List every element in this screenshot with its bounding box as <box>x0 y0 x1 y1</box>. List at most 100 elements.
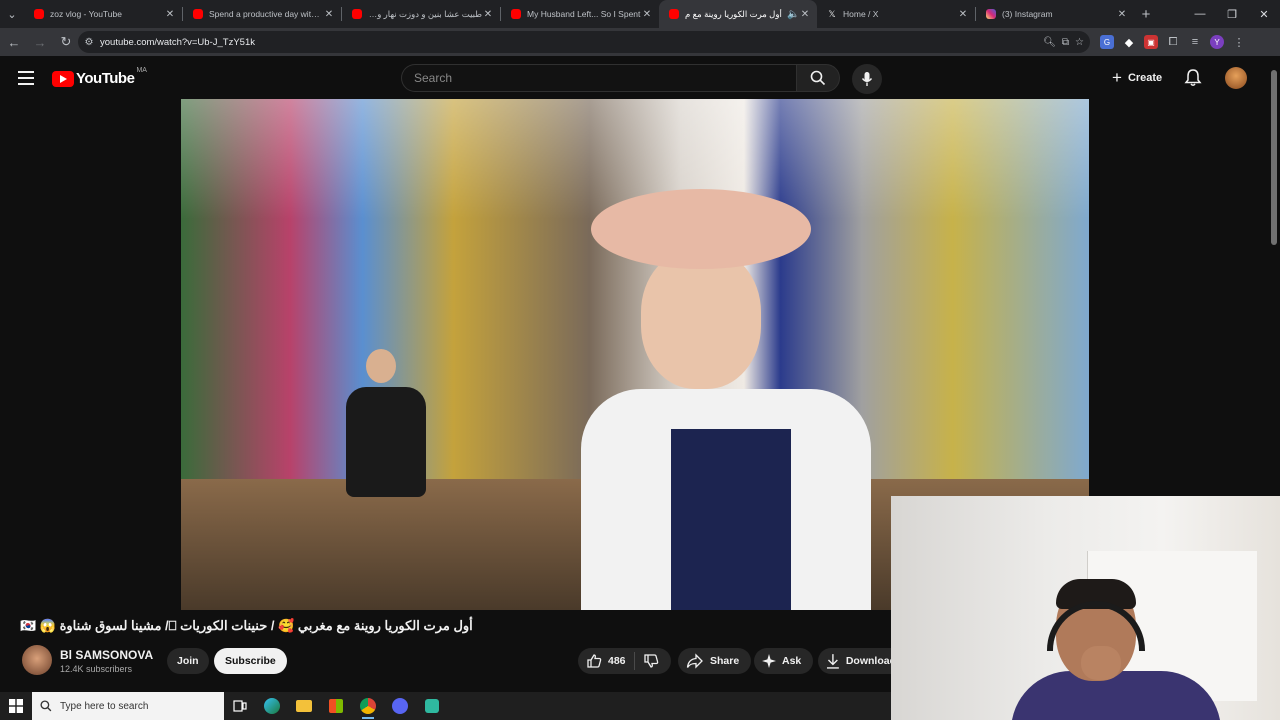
tab-title: zoz vlog - YouTube <box>50 9 122 19</box>
menu-hamburger-icon[interactable] <box>18 71 34 85</box>
tab-6[interactable]: (3) Instagram ✕ <box>976 0 1134 28</box>
like-dislike-group: 486 <box>578 648 671 674</box>
sparkle-icon <box>762 654 776 668</box>
ask-button[interactable]: Ask <box>754 648 814 674</box>
tab-0[interactable]: zoz vlog - YouTube ✕ <box>24 0 182 28</box>
webcam-overlay <box>891 496 1280 720</box>
close-tab-icon[interactable]: ✕ <box>1116 9 1128 20</box>
thumbs-down-icon <box>643 654 658 668</box>
new-tab-icon[interactable]: + <box>1134 0 1158 28</box>
download-icon <box>826 654 839 669</box>
file-explorer-icon[interactable] <box>288 692 320 720</box>
create-button[interactable]: + Create <box>1102 64 1172 92</box>
reload-icon[interactable]: ↻ <box>54 30 78 54</box>
user-avatar[interactable] <box>1225 67 1247 89</box>
subscribe-button[interactable]: Subscribe <box>214 648 287 674</box>
edge-icon[interactable] <box>256 692 288 720</box>
extensions-bar: G ◆ ▣ ⧠ ≡ Y ⋮ <box>1100 28 1246 56</box>
share-arrow-icon <box>686 653 703 669</box>
bookmark-star-icon[interactable]: ☆ <box>1075 37 1084 48</box>
download-label: Download <box>845 655 896 667</box>
ask-label: Ask <box>782 655 802 667</box>
youtube-favicon-icon <box>352 9 362 19</box>
profile-icon[interactable]: Y <box>1210 35 1224 49</box>
youtube-favicon-icon <box>511 9 521 19</box>
tab-3[interactable]: My Husband Left... So I Spent ✕ <box>501 0 659 28</box>
share-label: Share <box>710 655 740 667</box>
search-button[interactable] <box>796 64 840 92</box>
close-tab-icon[interactable]: ✕ <box>957 9 969 20</box>
like-count: 486 <box>608 655 626 667</box>
window-controls: — ❐ ✕ <box>1184 0 1280 28</box>
country-code: MA <box>136 67 147 74</box>
channel-avatar[interactable] <box>22 645 52 675</box>
create-label: Create <box>1127 72 1163 84</box>
youtube-favicon-icon <box>34 9 44 19</box>
windows-taskbar: Type here to search <box>0 692 891 720</box>
tab-title: طبيت عشا بنين و دوزت نهار واعر <box>368 8 482 19</box>
tab-title: Home / X <box>843 9 879 19</box>
tab-5[interactable]: 𝕏 Home / X ✕ <box>817 0 975 28</box>
dislike-button[interactable] <box>643 653 659 669</box>
vlogger-figure <box>581 189 881 610</box>
taskbar-search-placeholder: Type here to search <box>60 700 149 712</box>
close-tab-icon[interactable]: ✕ <box>323 9 335 20</box>
minimize-icon[interactable]: — <box>1184 0 1216 28</box>
diamond-extension-icon[interactable]: ◆ <box>1122 35 1136 49</box>
passerby-figure <box>346 349 436 589</box>
youtube-favicon-icon <box>193 9 203 19</box>
like-button[interactable]: 486 <box>586 653 626 669</box>
chrome-menu-icon[interactable]: ⋮ <box>1232 35 1246 49</box>
tab-title: (3) Instagram <box>1002 9 1053 19</box>
tab-4-active[interactable]: أول مرت الكوريا روينة مع م 🔈 ✕ <box>659 0 817 28</box>
microphone-icon <box>861 72 873 86</box>
channel-name[interactable]: Bl SAMSONOVA <box>60 648 153 662</box>
task-view-icon[interactable] <box>224 692 256 720</box>
tab-search-icon[interactable]: ⌄ <box>0 0 24 28</box>
store-icon[interactable] <box>320 692 352 720</box>
close-tab-icon[interactable]: ✕ <box>799 9 811 20</box>
discord-icon[interactable] <box>384 692 416 720</box>
address-bar[interactable]: ⚙ youtube.com/watch?v=Ub-J_TzY51k 🔍︎ ⧉ ☆ <box>78 31 1090 53</box>
voice-search-button[interactable] <box>852 64 882 94</box>
close-window-icon[interactable]: ✕ <box>1248 0 1280 28</box>
search-input[interactable]: Search <box>401 64 796 92</box>
cast-icon[interactable]: ⧉ <box>1062 37 1069 48</box>
youtube-logo[interactable]: YouTube MA <box>52 67 147 87</box>
share-button[interactable]: Share <box>678 648 752 674</box>
tab-2[interactable]: طبيت عشا بنين و دوزت نهار واعر ✕ <box>342 0 500 28</box>
youtube-favicon-icon <box>669 9 679 19</box>
page-scrollbar[interactable] <box>1271 70 1277 245</box>
x-favicon-icon: 𝕏 <box>828 9 836 19</box>
media-control-icon[interactable]: ≡ <box>1188 35 1202 49</box>
join-button[interactable]: Join <box>167 648 209 674</box>
instagram-favicon-icon <box>986 9 996 19</box>
close-tab-icon[interactable]: ✕ <box>482 9 494 20</box>
url-text[interactable]: youtube.com/watch?v=Ub-J_TzY51k <box>100 37 255 48</box>
youtube-header: YouTube MA Search + Create <box>0 56 1280 100</box>
forward-icon[interactable]: → <box>28 30 52 54</box>
subscriber-count: 12.4K subscribers <box>60 664 133 674</box>
tab-1[interactable]: Spend a productive day with m ✕ <box>183 0 341 28</box>
site-info-icon[interactable]: ⚙ <box>78 37 100 48</box>
close-tab-icon[interactable]: ✕ <box>164 9 176 20</box>
tab-strip: ⌄ zoz vlog - YouTube ✕ Spend a productiv… <box>0 0 1280 28</box>
youtube-wordmark: YouTube <box>76 70 135 87</box>
zoom-icon[interactable]: 🔍︎ <box>1043 37 1056 48</box>
app-icon[interactable] <box>416 692 448 720</box>
translate-extension-icon[interactable]: G <box>1100 35 1114 49</box>
extensions-puzzle-icon[interactable]: ⧠ <box>1166 35 1180 49</box>
youtube-play-icon <box>52 70 74 87</box>
taskbar-search-input[interactable]: Type here to search <box>32 692 224 720</box>
streamer-figure <box>1011 579 1221 720</box>
close-tab-icon[interactable]: ✕ <box>641 9 653 20</box>
back-icon[interactable]: ← <box>2 30 26 54</box>
chrome-icon[interactable] <box>352 692 384 720</box>
red-extension-icon[interactable]: ▣ <box>1144 35 1158 49</box>
search-icon <box>40 700 52 712</box>
maximize-icon[interactable]: ❐ <box>1216 0 1248 28</box>
notifications-bell-icon[interactable] <box>1183 68 1203 88</box>
windows-start-icon[interactable] <box>0 692 32 720</box>
speaker-icon[interactable]: 🔈 <box>787 9 799 20</box>
video-title: أول مرت الكوريا روينة مع مغربي 🥰 / حنينا… <box>20 618 473 633</box>
